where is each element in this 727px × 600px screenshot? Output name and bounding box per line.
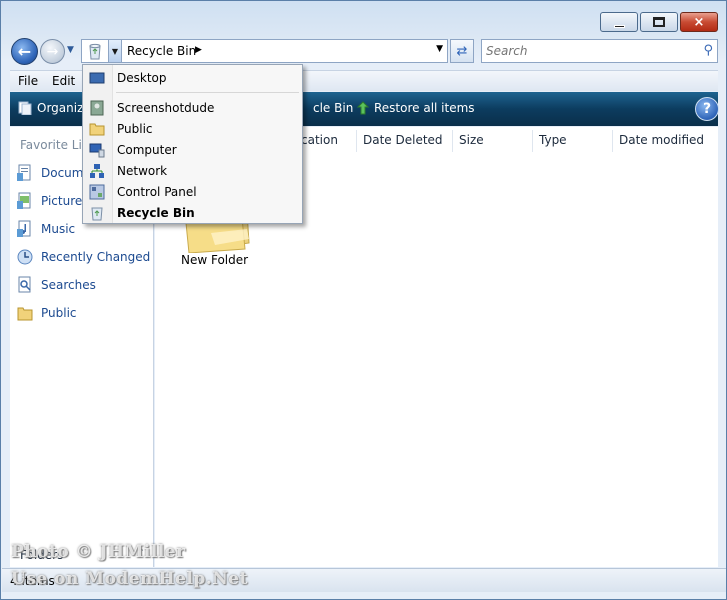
menu-item-label: Public — [117, 122, 153, 136]
maximize-icon — [653, 17, 665, 27]
menu-item-recycle-bin[interactable]: Recycle Bin — [89, 203, 299, 223]
favorite-link-label: Music — [41, 222, 76, 236]
favorite-link-music[interactable]: Music — [16, 218, 75, 240]
column-header-original-location[interactable]: cation — [295, 130, 357, 152]
favorite-link-label: Docum — [41, 166, 84, 180]
help-button[interactable]: ? — [695, 97, 719, 121]
menu-item-label: Desktop — [117, 71, 167, 85]
organize-icon — [18, 101, 32, 115]
maximize-button[interactable] — [640, 12, 678, 32]
menu-item-public[interactable]: Public — [89, 119, 299, 139]
favorite-link-documents[interactable]: Docum — [16, 162, 83, 184]
address-bar[interactable]: ▼ Recycle Bin ▶ ▼ — [81, 39, 448, 63]
restore-all-items-button[interactable]: Restore all items — [357, 101, 475, 115]
back-button[interactable]: ← — [11, 38, 38, 65]
breadcrumb-separator-icon[interactable]: ▶ — [195, 45, 202, 55]
control-panel-icon — [89, 184, 105, 200]
menu-item-label: Computer — [117, 143, 177, 157]
close-icon: × — [693, 14, 705, 30]
favorite-link-searches[interactable]: Searches — [16, 274, 96, 296]
address-dropdown-menu: Desktop Screenshotdude Public Computer N… — [82, 64, 303, 224]
favorite-link-public[interactable]: Public — [16, 302, 77, 324]
search-icon[interactable]: ⚲ — [703, 43, 713, 58]
back-arrow-icon: ← — [17, 42, 32, 61]
chevron-down-icon: ▼ — [111, 46, 119, 56]
breadcrumb-recycle-bin[interactable]: Recycle Bin — [127, 44, 196, 58]
recent-pages-dropdown[interactable]: ▼ — [67, 45, 77, 57]
favorite-link-label: Recently Changed — [41, 250, 151, 264]
favorite-link-pictures[interactable]: Picture — [16, 190, 82, 212]
search-box[interactable]: ⚲ — [481, 39, 718, 63]
close-button[interactable]: × — [680, 12, 718, 32]
desktop-icon — [89, 72, 105, 84]
network-icon — [90, 164, 104, 178]
favorite-link-label: Public — [41, 306, 77, 320]
pictures-icon — [17, 192, 31, 209]
column-header-size[interactable]: Size — [453, 130, 533, 152]
menu-item-computer[interactable]: Computer — [89, 140, 299, 160]
refresh-icon: ⇄ — [456, 43, 468, 59]
empty-recycle-bin-button[interactable]: cle Bin — [313, 101, 353, 115]
restore-all-items-label: Restore all items — [374, 101, 475, 115]
chevron-down-icon: ▼ — [67, 45, 74, 55]
refresh-button[interactable]: ⇄ — [450, 39, 474, 63]
menu-item-label: Control Panel — [117, 185, 197, 199]
restore-arrow-icon — [357, 101, 369, 115]
menu-edit[interactable]: Edit — [52, 74, 75, 88]
organize-label: Organiz — [37, 101, 84, 115]
minimize-button[interactable] — [600, 12, 638, 32]
address-history-dropdown[interactable]: ▼ — [108, 40, 122, 62]
folder-label[interactable]: New Folder — [181, 253, 248, 267]
watermark-line-1: Photo © JHMiller — [11, 542, 186, 562]
search-input[interactable] — [486, 43, 691, 59]
searches-icon — [18, 276, 31, 293]
menu-item-label: Network — [117, 164, 168, 178]
menu-separator — [116, 92, 299, 93]
user-folder-icon — [90, 100, 104, 116]
menu-item-desktop[interactable]: Desktop — [89, 68, 299, 88]
recently-changed-icon — [17, 249, 33, 265]
menu-item-network[interactable]: Network — [89, 161, 299, 181]
favorite-link-recently-changed[interactable]: Recently Changed — [16, 246, 150, 268]
menu-item-screenshotdude[interactable]: Screenshotdude — [89, 98, 299, 118]
empty-recycle-bin-label: cle Bin — [313, 101, 354, 115]
music-icon — [17, 220, 31, 237]
forward-button[interactable]: → — [40, 39, 65, 64]
watermark-line-2: Use on ModemHelp.Net — [11, 569, 248, 589]
menu-item-label: Screenshotdude — [117, 101, 215, 115]
public-folder-icon — [89, 123, 105, 136]
favorite-links-title: Favorite Lin — [20, 138, 90, 152]
column-header-date-modified[interactable]: Date modified — [613, 130, 717, 152]
address-dropdown-icon[interactable]: ▼ — [436, 44, 443, 54]
favorite-link-label: Searches — [41, 278, 96, 292]
recycle-bin-icon — [89, 43, 101, 60]
recycle-bin-icon — [91, 207, 103, 221]
minimize-icon — [613, 24, 625, 28]
menu-item-label: Recycle Bin — [117, 206, 195, 220]
favorite-link-label: Picture — [41, 194, 83, 208]
help-icon: ? — [702, 101, 712, 117]
column-header-type[interactable]: Type — [533, 130, 613, 152]
organize-button[interactable]: Organiz — [18, 101, 83, 115]
menu-file[interactable]: File — [18, 74, 38, 88]
computer-icon — [89, 143, 105, 158]
forward-arrow-icon: → — [46, 43, 59, 60]
documents-icon — [17, 164, 31, 181]
menu-item-control-panel[interactable]: Control Panel — [89, 182, 299, 202]
explorer-window: × ← → ▼ ▼ Recycle Bin ▶ ▼ ⇄ ⚲ File Edit … — [0, 0, 727, 600]
public-folder-icon — [17, 307, 33, 321]
column-header-date-deleted[interactable]: Date Deleted — [357, 130, 453, 152]
